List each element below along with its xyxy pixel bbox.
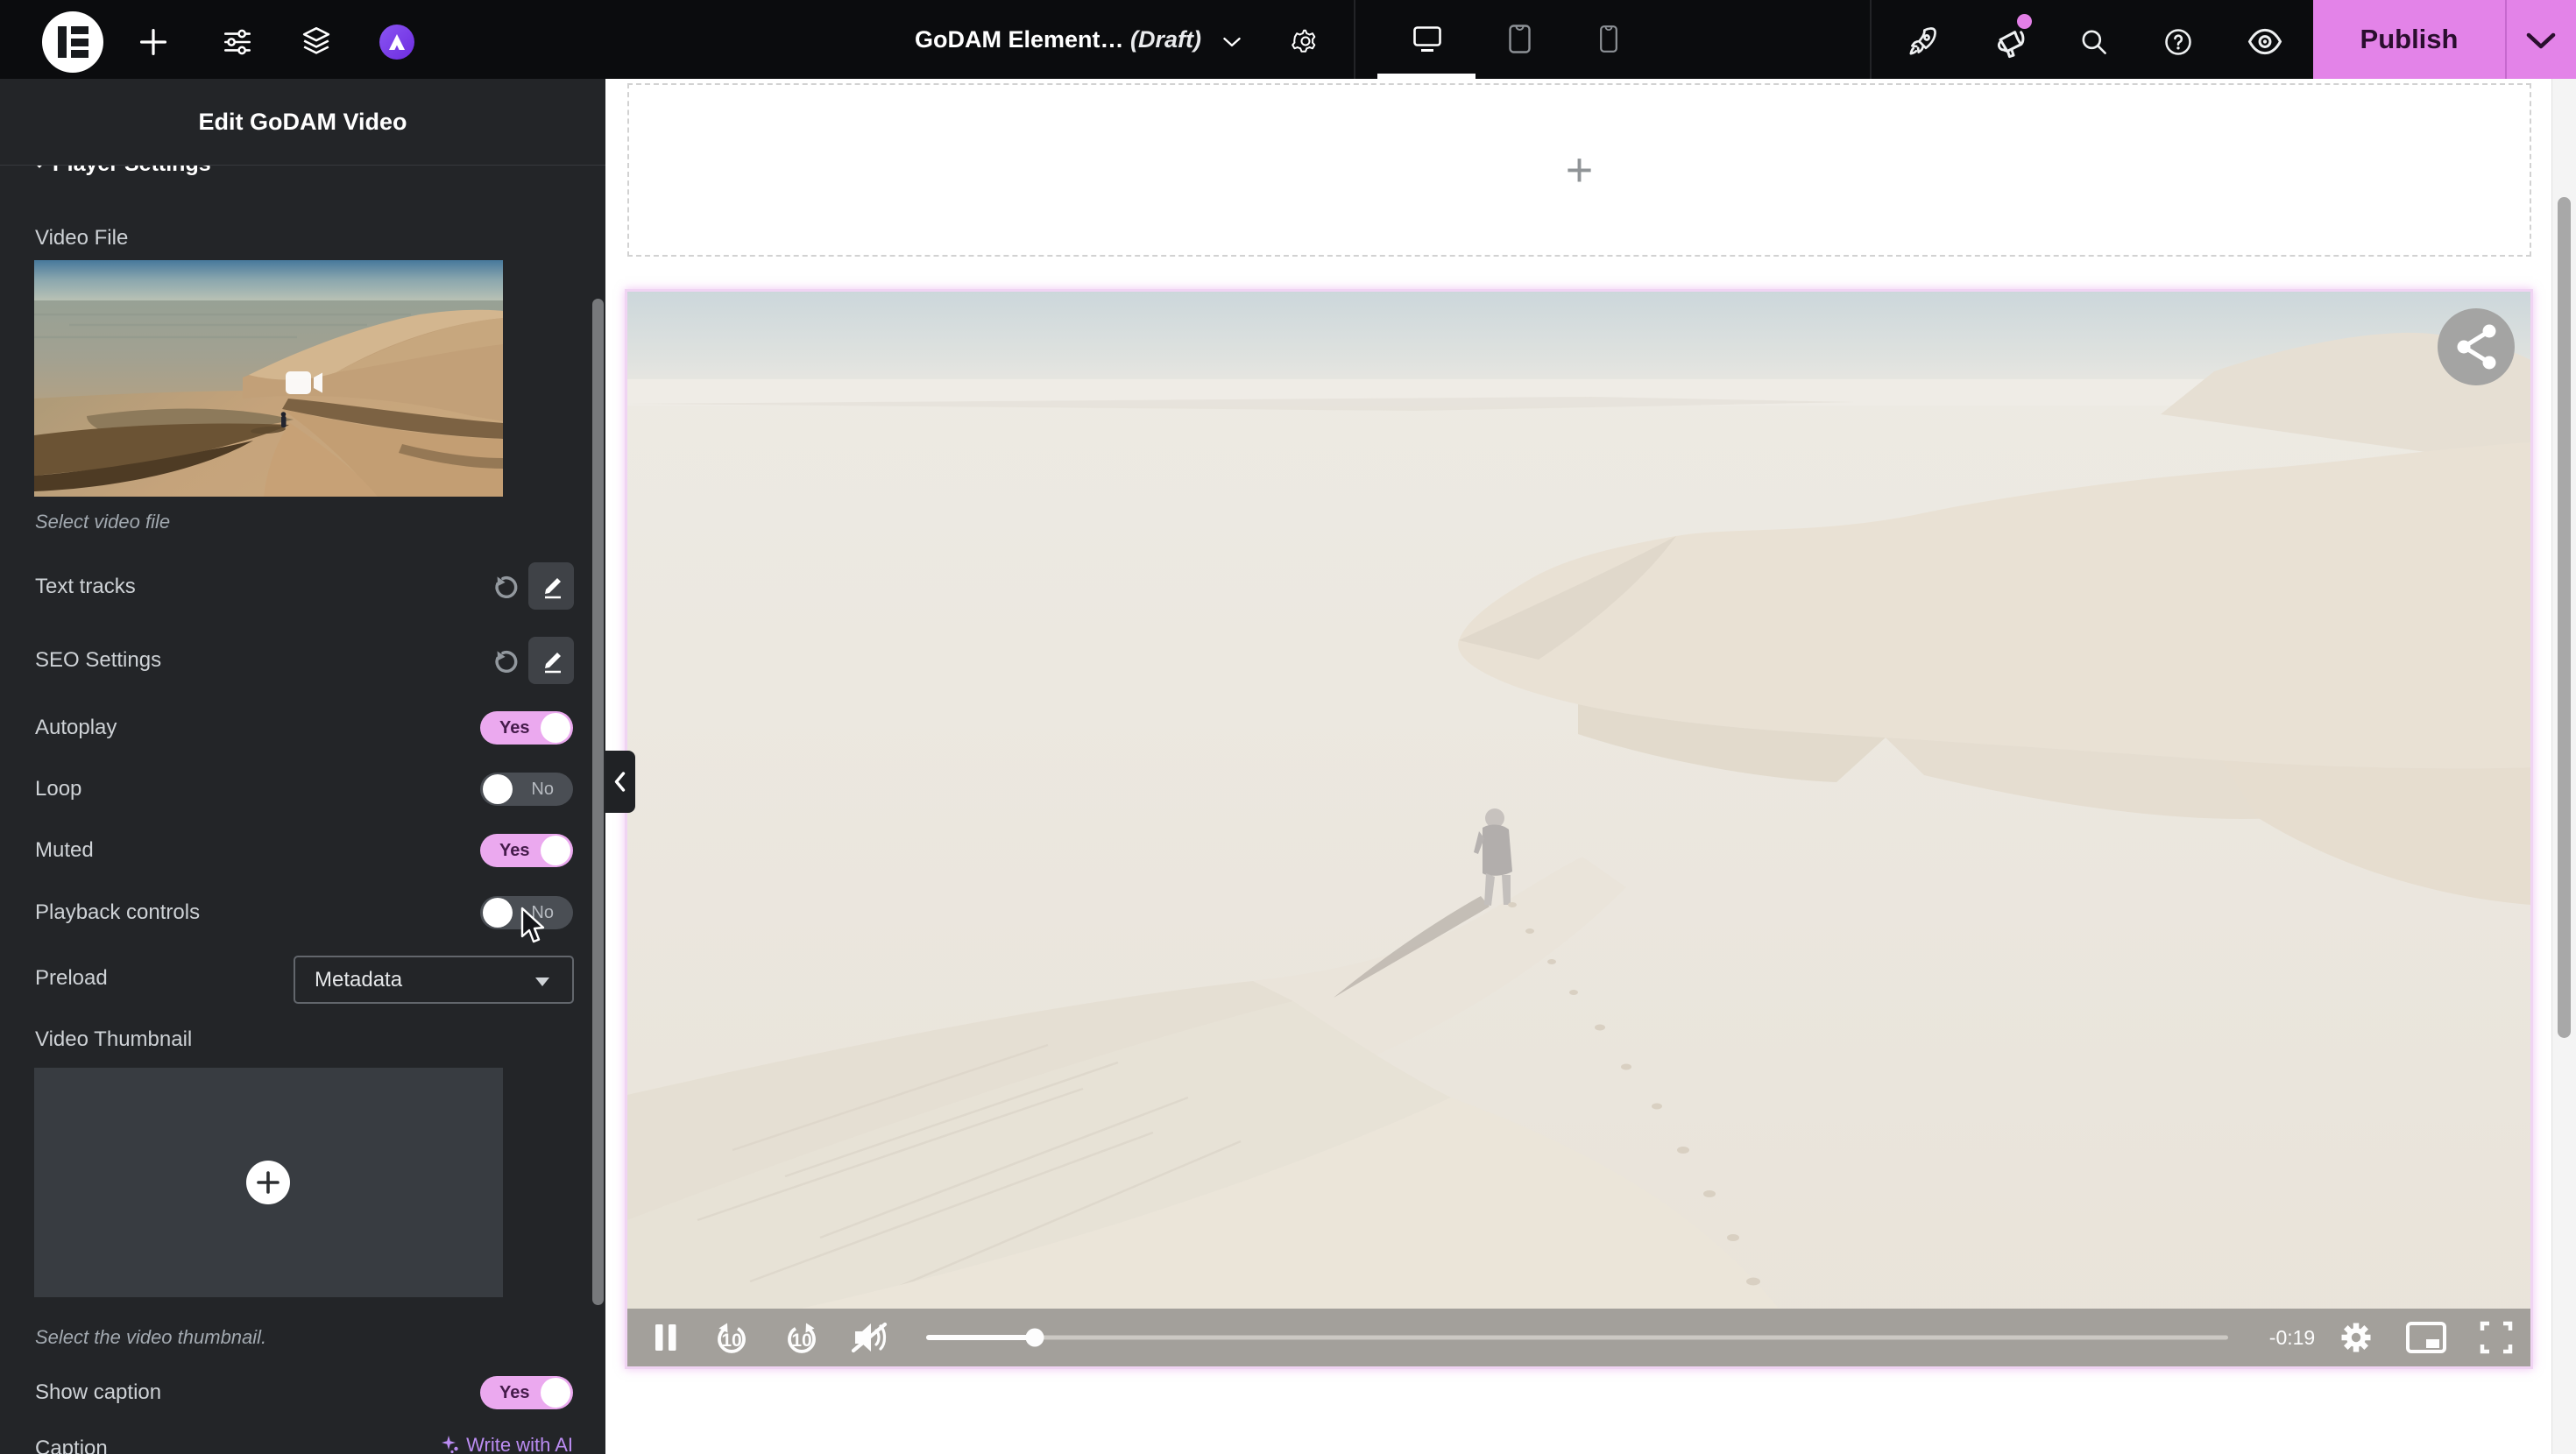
svg-text:10: 10 — [791, 1330, 811, 1351]
svg-text:10: 10 — [721, 1330, 741, 1351]
svg-text:-0:19: -0:19 — [2269, 1326, 2315, 1349]
